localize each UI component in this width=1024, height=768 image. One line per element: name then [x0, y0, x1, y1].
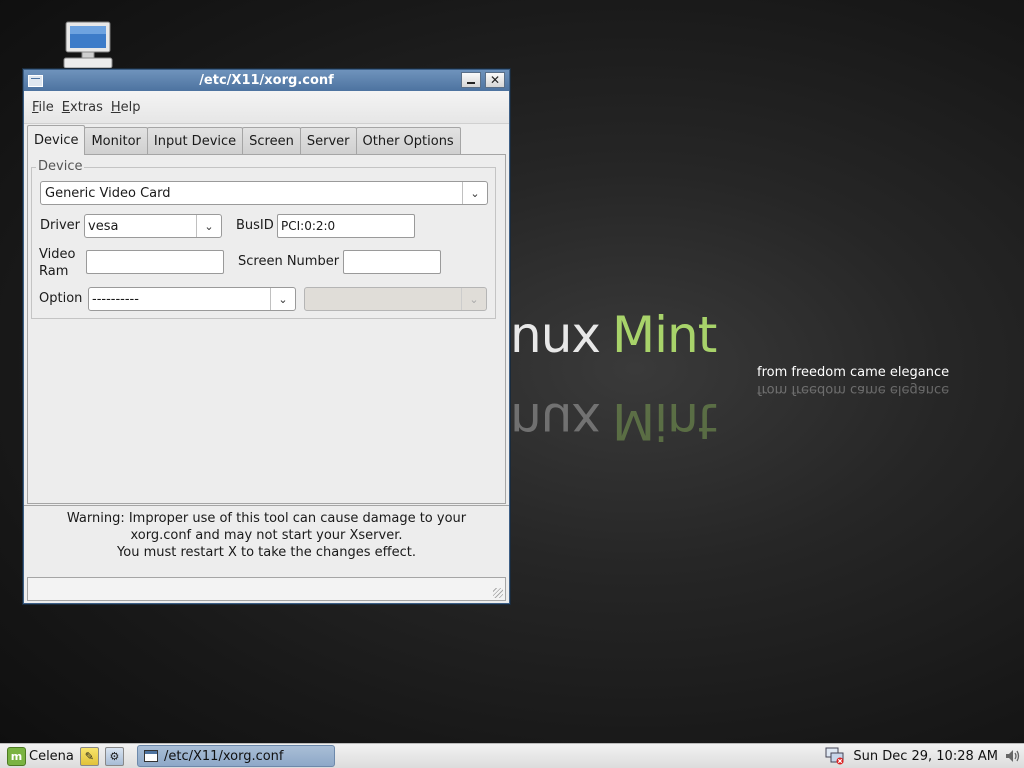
wallpaper-logo: nux Mint	[510, 306, 717, 364]
chevron-down-icon: ⌄	[461, 288, 486, 310]
option-select-value: ----------	[92, 291, 139, 307]
menu-extras-mnemonic: E	[61, 99, 70, 115]
taskbar-item-label: /etc/X11/xorg.conf	[164, 748, 284, 764]
menu-extras-rest: xtras	[70, 99, 103, 115]
option-value-select: ⌄	[304, 287, 487, 311]
volume-icon[interactable]	[1004, 747, 1022, 765]
wallpaper-logo-reflection-mint: Mint	[611, 392, 717, 450]
network-disconnected-icon[interactable]	[825, 747, 845, 765]
tab-bar: Device Monitor Input Device Screen Serve…	[27, 125, 506, 155]
clock[interactable]: Sun Dec 29, 10:28 AM	[853, 749, 998, 764]
wallpaper-logo-reflection-linux: nux	[510, 392, 600, 450]
menu-help-rest: elp	[120, 99, 141, 115]
tab-input-device[interactable]: Input Device	[146, 127, 244, 155]
screen-number-input[interactable]	[343, 250, 441, 274]
option-select[interactable]: ---------- ⌄	[88, 287, 296, 311]
start-menu-label: Celena	[29, 748, 74, 764]
wallpaper-logo-reflection: nux Mint	[510, 392, 716, 450]
taskbar: m Celena ✎ ⚙ /etc/X11/xorg.conf Sun Dec …	[0, 743, 1024, 768]
minimize-icon	[467, 82, 475, 84]
start-menu-button[interactable]: m Celena	[7, 745, 74, 767]
resize-grip-icon[interactable]	[493, 588, 503, 598]
wallpaper-logo-mint: Mint	[611, 306, 717, 364]
screen-number-label: Screen Number	[238, 254, 340, 269]
window-titlebar[interactable]: /etc/X11/xorg.conf ✕	[24, 70, 509, 91]
mint-logo-icon: m	[7, 746, 26, 766]
busid-label: BusID	[236, 218, 274, 233]
device-select-value: Generic Video Card	[45, 185, 171, 201]
menu-help[interactable]: Help	[107, 100, 145, 115]
busid-input[interactable]: PCI:0:2:0	[277, 214, 415, 238]
menu-file[interactable]: File	[28, 100, 58, 115]
statusbar	[27, 577, 506, 601]
menu-extras[interactable]: Extras	[58, 100, 107, 115]
tab-other-options[interactable]: Other Options	[355, 127, 461, 155]
option-label: Option	[39, 291, 83, 306]
device-frame-label: Device	[36, 159, 85, 174]
driver-select-value: vesa	[88, 218, 119, 234]
warning-line-3: You must restart X to take the changes e…	[117, 545, 416, 560]
video-ram-label-line1: Video	[39, 247, 76, 262]
chevron-down-icon[interactable]: ⌄	[270, 288, 295, 310]
video-ram-input[interactable]	[86, 250, 224, 274]
window-menu-icon[interactable]	[28, 74, 43, 87]
device-frame: Device Generic Video Card ⌄ Driver vesa …	[31, 159, 496, 319]
device-tab-panel: Device Generic Video Card ⌄ Driver vesa …	[27, 154, 506, 504]
minimize-button[interactable]	[461, 72, 481, 88]
wallpaper-tagline: from freedom came elegance	[757, 365, 950, 380]
taskbar-item-xorg-conf[interactable]: /etc/X11/xorg.conf	[137, 745, 335, 767]
video-ram-label-line2: Ram	[39, 264, 69, 279]
device-select[interactable]: Generic Video Card ⌄	[40, 181, 488, 205]
xorg-config-window: /etc/X11/xorg.conf ✕ File Extras Help De…	[23, 69, 510, 604]
notes-icon[interactable]: ✎	[79, 746, 99, 766]
computer-icon[interactable]	[62, 20, 114, 70]
wallpaper-logo-linux: nux	[510, 306, 601, 364]
warning-line-2: xorg.conf and may not start your Xserver…	[130, 528, 403, 543]
menu-file-rest: ile	[38, 99, 54, 115]
tab-screen[interactable]: Screen	[242, 127, 301, 155]
menubar: File Extras Help	[24, 91, 509, 124]
tab-monitor[interactable]: Monitor	[84, 127, 148, 155]
warning-message: Warning: Improper use of this tool can c…	[24, 505, 509, 577]
chevron-down-icon[interactable]: ⌄	[462, 182, 487, 204]
menu-help-mnemonic: H	[110, 99, 121, 115]
window-icon	[144, 750, 158, 762]
warning-line-1: Warning: Improper use of this tool can c…	[66, 511, 467, 526]
wallpaper-tagline-reflection: from freedom came elegance	[757, 382, 950, 397]
window-title: /etc/X11/xorg.conf	[199, 73, 334, 88]
tab-device[interactable]: Device	[27, 125, 86, 155]
system-tray: Sun Dec 29, 10:28 AM	[825, 744, 1024, 768]
tab-server[interactable]: Server	[299, 127, 357, 155]
chevron-down-icon[interactable]: ⌄	[196, 215, 221, 237]
driver-label: Driver	[40, 218, 81, 233]
driver-select[interactable]: vesa ⌄	[84, 214, 222, 238]
video-ram-label: Video Ram	[39, 246, 75, 280]
close-button[interactable]: ✕	[485, 72, 505, 88]
preferences-icon[interactable]: ⚙	[104, 746, 124, 766]
close-icon: ✕	[489, 73, 501, 87]
